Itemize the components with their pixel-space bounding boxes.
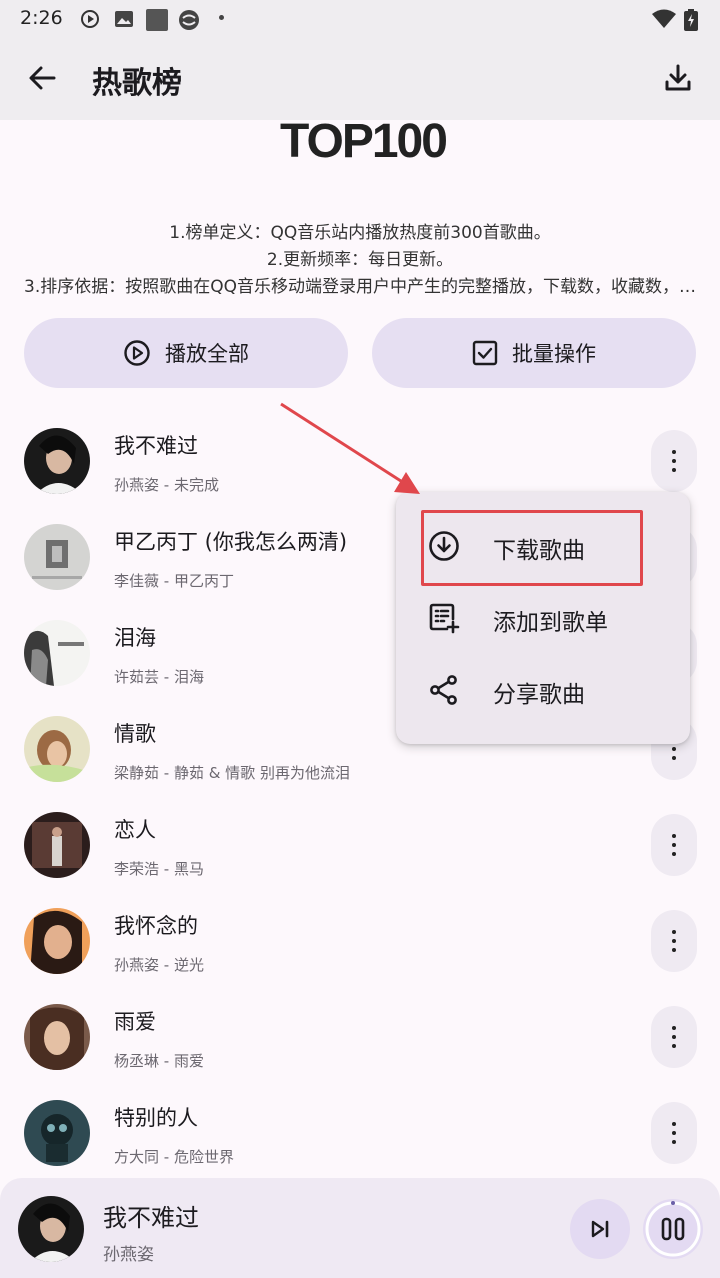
play-all-label: 播放全部 xyxy=(165,342,249,366)
pause-icon xyxy=(645,1201,701,1257)
song-title: 雨爱 xyxy=(114,1010,156,1034)
play-all-button[interactable]: 播放全部 xyxy=(24,318,348,388)
playlist-add-icon xyxy=(429,603,460,634)
highlight-box xyxy=(421,510,643,586)
more-options-button[interactable] xyxy=(651,814,697,876)
song-subtitle: 梁静茹 - 静茹 & 情歌 别再为他流泪 xyxy=(114,764,350,782)
hand-shake-icon xyxy=(179,10,199,30)
album-cover xyxy=(24,1004,90,1070)
menu-item-share-song[interactable]: 分享歌曲 xyxy=(396,655,690,725)
song-subtitle: 杨丞琳 - 雨爱 xyxy=(114,1052,204,1070)
mini-player[interactable]: 我不难过 孙燕姿 xyxy=(0,1178,720,1278)
more-notifications-dot-icon xyxy=(219,15,224,20)
more-vert-icon xyxy=(672,930,676,952)
description-line-2: 2.更新频率：每日更新。 xyxy=(266,250,454,270)
more-options-button[interactable] xyxy=(651,1006,697,1068)
play-circle-icon xyxy=(124,340,150,366)
more-vert-icon xyxy=(672,834,676,856)
download-icon[interactable] xyxy=(662,62,694,94)
album-cover xyxy=(24,1100,90,1166)
back-arrow-icon[interactable] xyxy=(26,62,58,94)
album-cover xyxy=(24,524,90,590)
album-cover xyxy=(24,908,90,974)
album-cover xyxy=(24,716,90,782)
more-vert-icon xyxy=(672,1026,676,1048)
skip-next-icon xyxy=(591,1220,609,1238)
batch-operation-label: 批量操作 xyxy=(512,342,596,366)
share-icon xyxy=(430,675,457,705)
more-vert-icon xyxy=(672,450,676,472)
song-item[interactable]: 雨爱 杨丞琳 - 雨爱 xyxy=(0,1004,720,1100)
album-cover xyxy=(24,620,90,686)
song-title: 我不难过 xyxy=(114,434,198,458)
song-title: 情歌 xyxy=(114,722,156,746)
now-playing-title: 我不难过 xyxy=(103,1204,199,1232)
batch-operation-button[interactable]: 批量操作 xyxy=(372,318,696,388)
battery-icon xyxy=(684,9,698,31)
now-playing-cover xyxy=(18,1196,84,1262)
more-options-button[interactable] xyxy=(651,1102,697,1164)
song-title: 甲乙丙丁 (你我怎么两清) xyxy=(114,530,348,554)
song-subtitle: 李佳薇 - 甲乙丙丁 xyxy=(114,572,234,590)
more-options-button[interactable] xyxy=(651,430,697,492)
status-bar: 2:26 xyxy=(0,0,720,36)
song-title: 泪海 xyxy=(114,626,156,650)
pause-button[interactable] xyxy=(643,1199,703,1259)
song-title: 我怀念的 xyxy=(114,914,198,938)
menu-item-add-to-playlist[interactable]: 添加到歌单 xyxy=(396,583,690,653)
now-playing-artist: 孙燕姿 xyxy=(103,1245,154,1265)
play-circle-icon xyxy=(81,10,99,28)
song-subtitle: 方大同 - 危险世界 xyxy=(114,1148,234,1166)
status-time: 2:26 xyxy=(20,7,63,29)
checkbox-icon xyxy=(472,340,498,366)
song-subtitle: 许茹芸 - 泪海 xyxy=(114,668,204,686)
more-vert-icon xyxy=(672,1122,676,1144)
app-bar: 热歌榜 xyxy=(0,36,720,120)
album-cover xyxy=(24,812,90,878)
wifi-icon xyxy=(652,9,676,28)
chart-logo: TOP100 xyxy=(280,115,448,168)
menu-item-label: 分享歌曲 xyxy=(493,682,585,708)
song-item[interactable]: 我怀念的 孙燕姿 - 逆光 xyxy=(0,908,720,1004)
page-title: 热歌榜 xyxy=(92,66,182,101)
album-cover xyxy=(24,428,90,494)
song-subtitle: 孙燕姿 - 逆光 xyxy=(114,956,204,974)
song-subtitle: 孙燕姿 - 未完成 xyxy=(114,476,219,494)
next-track-button[interactable] xyxy=(570,1199,630,1259)
description-line-1: 1.榜单定义：QQ音乐站内播放热度前300首歌曲。 xyxy=(169,223,551,243)
image-icon xyxy=(115,11,133,27)
song-title: 恋人 xyxy=(114,818,156,842)
menu-item-label: 添加到歌单 xyxy=(493,610,608,636)
song-subtitle: 李荣浩 - 黑马 xyxy=(114,860,204,878)
description-line-3: 3.排序依据：按照歌曲在QQ音乐移动端登录用户中产生的完整播放，下载数，收藏数，… xyxy=(24,277,698,297)
more-options-button[interactable] xyxy=(651,910,697,972)
song-title: 特别的人 xyxy=(114,1106,198,1130)
song-item[interactable]: 恋人 李荣浩 - 黑马 xyxy=(0,812,720,908)
app-square-icon xyxy=(146,9,168,31)
